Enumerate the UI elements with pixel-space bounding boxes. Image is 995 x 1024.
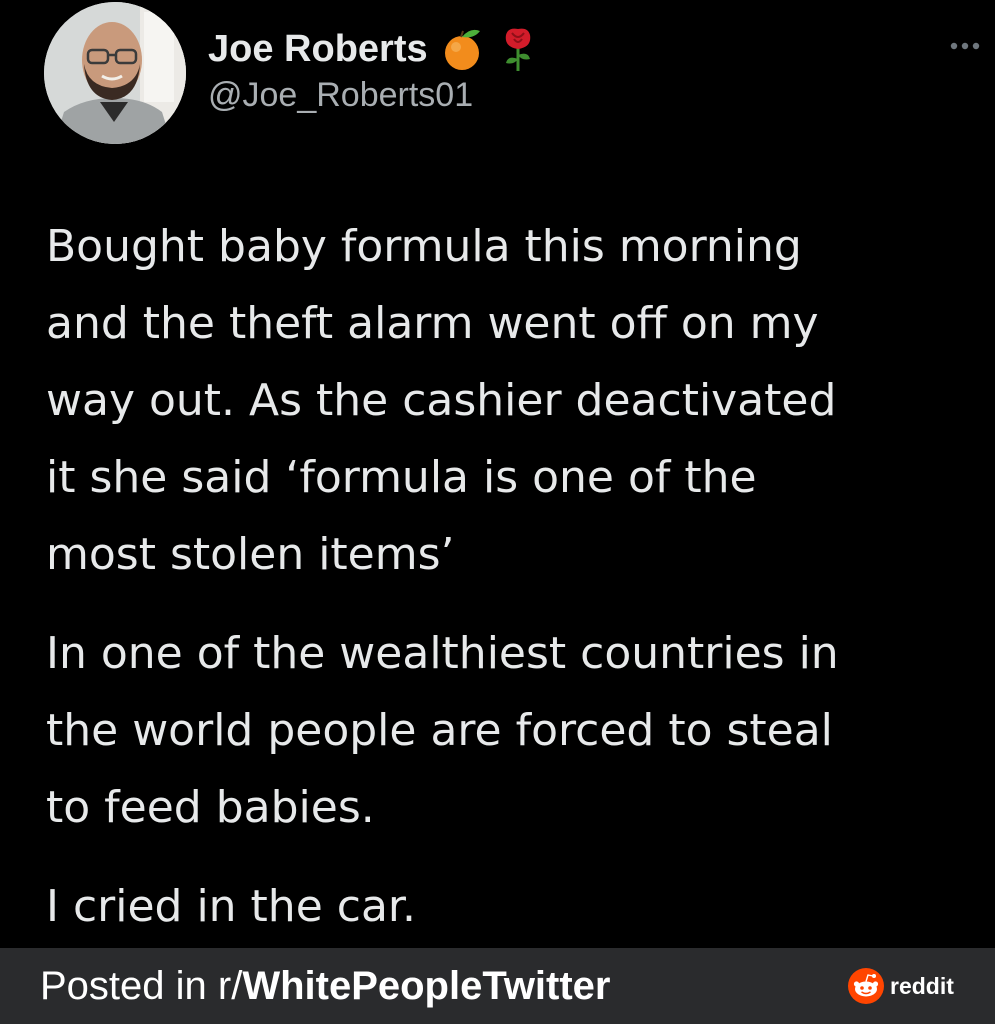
tweet-card: Joe Roberts @Joe_Roberts01 Bought baby f… xyxy=(0,0,995,948)
more-options-icon[interactable] xyxy=(948,34,988,58)
subreddit-link[interactable]: WhitePeopleTwitter xyxy=(242,964,610,1008)
posted-prefix: Posted in r/ xyxy=(40,964,243,1008)
tweet-text: Bought baby formula this morning and the… xyxy=(46,208,981,945)
user-handle[interactable]: @Joe_Roberts01 xyxy=(208,76,473,115)
tweet-paragraph: In one of the wealthiest countries in th… xyxy=(46,628,839,833)
orange-emoji-icon xyxy=(440,25,484,73)
name-row: Joe Roberts xyxy=(208,24,540,74)
tweet-paragraph: I cried in the car. xyxy=(46,881,416,932)
reddit-wordmark: reddit xyxy=(890,972,954,999)
tweet-paragraph: Bought baby formula this morning and the… xyxy=(46,221,837,580)
posted-in-label: Posted in r/WhitePeopleTwitter xyxy=(40,964,611,1009)
avatar[interactable] xyxy=(44,2,186,144)
reddit-logo: reddit xyxy=(848,966,954,1006)
rose-emoji-icon xyxy=(496,25,540,73)
reddit-snoo-icon xyxy=(848,968,884,1004)
reddit-footer-bar: Posted in r/WhitePeopleTwitter reddit xyxy=(0,948,995,1024)
display-name[interactable]: Joe Roberts xyxy=(208,28,428,71)
